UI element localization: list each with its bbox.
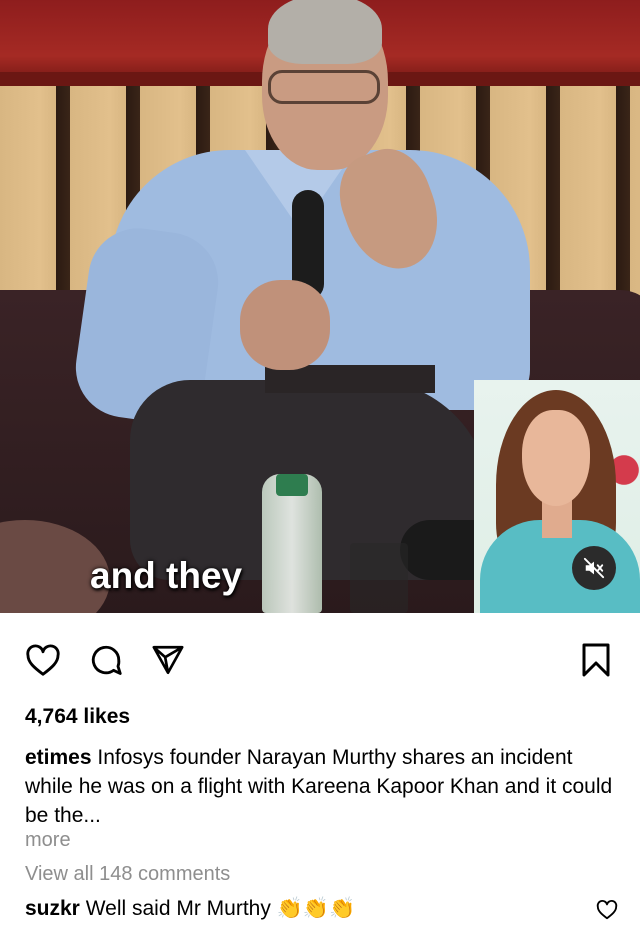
caption-username[interactable]: etimes — [25, 746, 92, 769]
comment-like-button[interactable] — [596, 899, 618, 921]
speaker-muted-icon — [583, 557, 605, 579]
caption-body: Infosys founder Narayan Murthy shares an… — [25, 746, 613, 827]
inset-portrait — [474, 380, 640, 613]
drinking-glass — [350, 543, 408, 613]
comment-bubble-icon — [91, 645, 122, 675]
heart-outline-icon — [26, 644, 60, 676]
more-link[interactable]: more — [25, 829, 71, 852]
comment-item: suzkr Well said Mr Murthy 👏👏👏 — [25, 897, 355, 921]
like-button[interactable] — [23, 642, 63, 678]
comment-username[interactable]: suzkr — [25, 897, 80, 920]
comment-button[interactable] — [86, 642, 126, 678]
post-video[interactable]: and they said "hel — [0, 0, 640, 613]
view-comments-link[interactable]: View all 148 comments — [25, 863, 230, 886]
mute-button[interactable] — [572, 546, 616, 590]
comment-text: Well said Mr Murthy 👏👏👏 — [85, 897, 356, 920]
heart-small-outline-icon — [596, 899, 618, 920]
paper-plane-icon — [152, 645, 184, 675]
speaker-glasses — [268, 70, 380, 104]
likes-count[interactable]: 4,764 likes — [25, 705, 130, 729]
post-action-bar — [0, 630, 640, 688]
save-button[interactable] — [576, 642, 616, 678]
post-caption: etimes Infosys founder Narayan Murthy sh… — [25, 743, 625, 830]
bookmark-outline-icon — [582, 643, 610, 677]
share-button[interactable] — [148, 642, 188, 678]
